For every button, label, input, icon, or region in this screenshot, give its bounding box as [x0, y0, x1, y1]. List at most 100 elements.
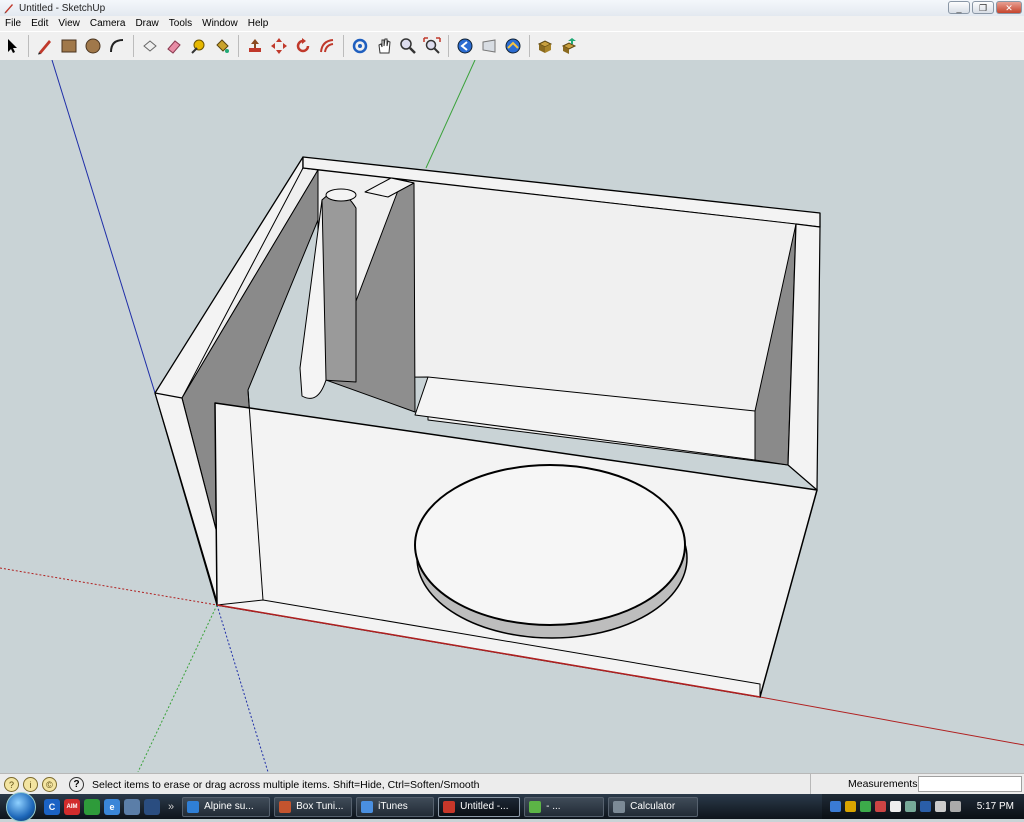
taskbar-task-button[interactable]: Box Tuni... — [274, 796, 353, 817]
tray-icon[interactable] — [859, 801, 871, 812]
paint-bucket-tool-button[interactable] — [211, 35, 233, 57]
menu-edit[interactable]: Edit — [26, 18, 53, 29]
task-app-icon — [361, 800, 374, 813]
status-bar: ? i © ? Select items to erase or drag ac… — [0, 773, 1024, 795]
model-viewport[interactable] — [0, 60, 1024, 772]
red-axis-dotted — [0, 567, 218, 606]
menu-tools[interactable]: Tools — [164, 18, 197, 29]
tray-icon[interactable] — [904, 801, 916, 812]
eraser-tool-icon — [167, 40, 181, 54]
next-view-button[interactable] — [478, 35, 500, 57]
zoom-extents-tool-button[interactable] — [421, 35, 443, 57]
get-models-button[interactable] — [535, 35, 557, 57]
toolbar-separator — [343, 35, 344, 57]
network-icon[interactable] — [934, 801, 946, 812]
previous-view-icon — [457, 38, 473, 54]
pan-tool-button[interactable] — [373, 35, 395, 57]
user-info-icon[interactable]: © — [42, 777, 57, 792]
quicklaunch-c-icon[interactable]: C — [44, 798, 60, 815]
orbit-tool-icon — [352, 38, 368, 54]
toolbar-separator — [28, 35, 29, 57]
green-axis-dotted — [137, 604, 218, 772]
arc-tool-icon — [110, 39, 124, 53]
rectangle-tool-button[interactable] — [58, 35, 80, 57]
arc-tool-button[interactable] — [106, 35, 128, 57]
quicklaunch-switch-icon[interactable] — [144, 798, 160, 815]
subwoofer-box-model[interactable] — [154, 156, 821, 698]
minimize-button[interactable]: _ — [948, 1, 970, 14]
push-pull-tool-button[interactable] — [244, 35, 266, 57]
quicklaunch-ie-icon[interactable]: e — [104, 798, 120, 815]
get-models-icon — [537, 40, 553, 53]
pencil-tool-button[interactable] — [34, 35, 56, 57]
quicklaunch-aim-icon[interactable]: AIM — [64, 798, 80, 815]
standard-views-icon — [505, 38, 521, 54]
menu-camera[interactable]: Camera — [85, 18, 131, 29]
taskbar-task-button[interactable]: Alpine su... — [182, 796, 271, 817]
credits-icon[interactable]: i — [23, 777, 38, 792]
menu-file[interactable]: File — [0, 18, 26, 29]
task-app-icon — [279, 800, 292, 813]
make-component-button[interactable] — [139, 35, 161, 57]
previous-view-button[interactable] — [454, 35, 476, 57]
woofer-cutout — [414, 464, 686, 626]
blue-axis — [51, 60, 156, 394]
push-pull-tool-icon — [249, 39, 261, 52]
close-button[interactable]: ✕ — [996, 1, 1022, 14]
port-tube-shadow — [321, 192, 357, 383]
taskbar-clock[interactable]: 5:17 PM — [977, 801, 1014, 812]
pencil-line-tool-icon — [38, 40, 51, 55]
menu-draw[interactable]: Draw — [130, 18, 163, 29]
status-message: Select items to erase or drag across mul… — [92, 778, 480, 791]
offset-tool-icon — [320, 39, 334, 53]
tray-icon[interactable] — [829, 801, 841, 812]
task-app-icon — [613, 800, 626, 813]
red-axis — [759, 696, 1024, 746]
tape-measure-tool-icon — [191, 39, 205, 54]
circle-tool-button[interactable] — [82, 35, 104, 57]
taskbar-task-button[interactable]: - ... — [524, 796, 605, 817]
menu-view[interactable]: View — [53, 18, 85, 29]
volume-icon[interactable] — [949, 801, 961, 812]
orbit-tool-button[interactable] — [349, 35, 371, 57]
window-title: Untitled - SketchUp — [19, 2, 106, 14]
paint-bucket-tool-icon — [216, 39, 229, 53]
window-titlebar: Untitled - SketchUp _ ❐ ✕ — [0, 0, 1024, 17]
task-label: Box Tuni... — [296, 801, 344, 812]
tape-measure-tool-button[interactable] — [187, 35, 209, 57]
help-icon[interactable]: ? — [69, 777, 84, 792]
task-label: - ... — [546, 801, 561, 812]
task-app-icon — [443, 800, 456, 813]
eraser-tool-button[interactable] — [163, 35, 185, 57]
taskbar-task-button[interactable]: Calculator — [608, 796, 699, 817]
menu-window[interactable]: Window — [197, 18, 243, 29]
quicklaunch-app-icon[interactable] — [84, 798, 100, 815]
windows-taskbar: C AIM e » Alpine su... Box Tuni... iTunes U… — [0, 791, 1024, 822]
tray-icon[interactable] — [844, 801, 856, 812]
measurements-input[interactable] — [918, 776, 1022, 792]
green-axis — [425, 60, 476, 169]
tray-icon[interactable] — [874, 801, 886, 812]
select-tool-button[interactable] — [1, 35, 23, 57]
quicklaunch-desktop-icon[interactable] — [124, 798, 140, 815]
standard-views-button[interactable] — [502, 35, 524, 57]
sketchup-app-icon — [4, 4, 13, 14]
zoom-tool-button[interactable] — [397, 35, 419, 57]
offset-tool-button[interactable] — [316, 35, 338, 57]
rotate-tool-button[interactable] — [292, 35, 314, 57]
move-tool-button[interactable] — [268, 35, 290, 57]
task-label: Calculator — [630, 801, 676, 812]
toolbar-separator — [238, 35, 239, 57]
tray-icon[interactable] — [919, 801, 931, 812]
taskbar-task-button[interactable]: iTunes — [356, 796, 435, 817]
model-canvas[interactable] — [0, 60, 1024, 772]
restore-button[interactable]: ❐ — [972, 1, 994, 14]
quicklaunch-overflow-icon[interactable]: » — [168, 801, 174, 813]
start-button[interactable] — [6, 791, 36, 822]
tray-icon[interactable] — [889, 801, 901, 812]
taskbar-task-button[interactable]: Untitled -... — [438, 796, 521, 817]
share-model-button[interactable] — [559, 35, 581, 57]
menu-help[interactable]: Help — [243, 18, 274, 29]
geo-location-icon[interactable]: ? — [4, 777, 19, 792]
toolbar-separator — [133, 35, 134, 57]
